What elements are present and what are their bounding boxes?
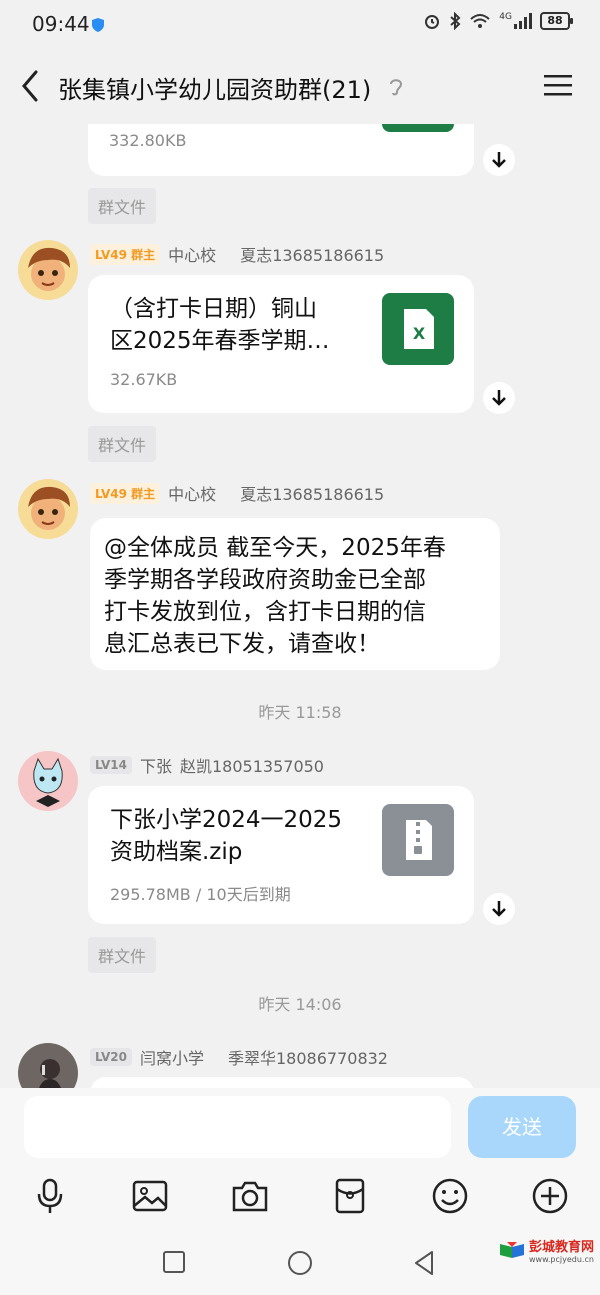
avatar[interactable]: [18, 751, 78, 811]
cat-avatar-image: [18, 751, 78, 811]
home-icon[interactable]: [287, 1250, 313, 1276]
camera-icon[interactable]: [230, 1176, 270, 1216]
back-icon[interactable]: [16, 68, 46, 104]
group-file-tag: 群文件: [88, 188, 157, 224]
message-line: 季学期各学段政府资助金已全部: [104, 567, 426, 593]
sender-line: LV49 群主 中心校 夏志13685186615: [90, 242, 384, 266]
level-badge: LV20: [90, 1048, 132, 1066]
watermark-site: www.pcjyedu.cn: [528, 1255, 594, 1264]
cartoon-avatar-image: [18, 240, 78, 300]
sender-group: 下张: [139, 757, 172, 776]
avatar[interactable]: [18, 479, 78, 539]
watermark-title: 彭城教育网: [528, 1240, 594, 1255]
status-bar: 09:44 4G 88: [0, 0, 600, 48]
message-input[interactable]: [24, 1096, 451, 1158]
download-icon: [492, 152, 506, 168]
cartoon-avatar-image: [18, 479, 78, 539]
message-bubble[interactable]: [90, 1077, 474, 1088]
recents-icon[interactable]: [162, 1250, 186, 1274]
download-icon: [492, 901, 506, 917]
person-avatar-image: [18, 1043, 78, 1088]
file-card[interactable]: （含打卡日期）铜山 区2025年春季学期… 32.67KB X: [88, 275, 474, 413]
sender-line: LV49 群主 中心校 夏志13685186615: [90, 481, 384, 505]
download-button[interactable]: [483, 144, 515, 176]
excel-file-icon: X: [382, 293, 454, 365]
menu-icon[interactable]: [544, 74, 572, 96]
signal-icon: [514, 13, 532, 29]
wifi-icon: [470, 14, 490, 28]
message-line: @全体成员 截至今天，2025年春: [104, 535, 446, 561]
text-message-bubble[interactable]: @全体成员 截至今天，2025年春 季学期各学段政府资助金已全部 打卡发放到位，…: [90, 518, 500, 670]
avatar[interactable]: [18, 240, 78, 300]
status-time: 09:44: [32, 12, 90, 36]
avatar[interactable]: [18, 1043, 78, 1088]
status-icons: 4G 88: [423, 12, 573, 30]
chat-area[interactable]: 332.80KB 群文件 LV49 群主 中心校 夏志13685186615 （…: [0, 124, 600, 1088]
excel-file-icon: [382, 124, 454, 132]
sender-name[interactable]: 夏志13685186615: [240, 242, 384, 266]
red-packet-icon[interactable]: [330, 1176, 370, 1216]
sender-line: LV20 闫窝小学 季翠华18086770832: [90, 1045, 388, 1069]
download-button[interactable]: [483, 382, 515, 414]
chat-toolbar: [0, 1168, 600, 1224]
zip-file-icon: [382, 804, 454, 876]
network-label: 4G: [499, 12, 512, 22]
file-size: 332.80KB: [109, 131, 187, 150]
group-file-tag: 群文件: [88, 426, 157, 462]
time-separator: 昨天 11:58: [258, 703, 342, 722]
message-line: 息汇总表已下发，请查收！: [104, 631, 380, 657]
shield-icon: [92, 18, 104, 32]
chat-header: 张集镇小学幼儿园资助群(21): [0, 48, 600, 124]
time-separator: 昨天 14:06: [258, 995, 342, 1014]
alarm-icon: [425, 15, 440, 29]
system-nav-bar: 彭城教育网 www.pcjyedu.cn: [0, 1224, 600, 1295]
emoji-icon[interactable]: [430, 1176, 470, 1216]
level-badge: LV14: [90, 756, 132, 774]
sender-line: LV14 下张 赵凯18051357050: [90, 753, 324, 777]
file-name-line1: 下张小学2024一2025: [110, 807, 343, 833]
back-nav-icon[interactable]: [412, 1250, 436, 1276]
svg-text:X: X: [413, 324, 426, 343]
input-bar: 发送: [0, 1088, 600, 1168]
mic-icon[interactable]: [30, 1176, 70, 1216]
sender-group: 闫窝小学: [139, 1049, 204, 1068]
download-icon: [492, 390, 506, 406]
book-logo-icon: [499, 1242, 524, 1258]
level-owner-badge: LV49 群主: [90, 482, 161, 504]
group-title[interactable]: 张集镇小学幼儿园资助群(21): [58, 70, 371, 105]
image-icon[interactable]: [130, 1176, 170, 1216]
file-size: 32.67KB: [110, 370, 178, 389]
download-button[interactable]: [483, 893, 515, 925]
watermark: 彭城教育网 www.pcjyedu.cn: [499, 1236, 594, 1264]
file-name-line2: 区2025年春季学期…: [110, 328, 330, 354]
level-owner-badge: LV49 群主: [90, 243, 161, 265]
sender-name[interactable]: 赵凯18051357050: [180, 753, 324, 777]
file-card[interactable]: 332.80KB: [88, 124, 474, 176]
plus-icon[interactable]: [530, 1176, 570, 1216]
group-file-tag: 群文件: [88, 937, 157, 973]
send-button[interactable]: 发送: [468, 1096, 576, 1158]
sender-group: 中心校: [168, 246, 217, 265]
file-size: 295.78MB / 10天后到期: [110, 885, 291, 904]
file-card[interactable]: 下张小学2024一2025 资助档案.zip 295.78MB / 10天后到期: [88, 786, 474, 924]
sender-group: 中心校: [168, 485, 217, 504]
sender-name[interactable]: 季翠华18086770832: [228, 1045, 388, 1069]
bluetooth-icon: [450, 12, 461, 30]
file-name-line2: 资助档案.zip: [110, 839, 243, 865]
sender-name[interactable]: 夏志13685186615: [240, 481, 384, 505]
ear-icon[interactable]: [388, 76, 404, 96]
message-line: 打卡发放到位，含打卡日期的信: [104, 599, 426, 625]
battery-indicator: 88: [540, 12, 573, 30]
file-name-line1: （含打卡日期）铜山: [110, 296, 317, 322]
